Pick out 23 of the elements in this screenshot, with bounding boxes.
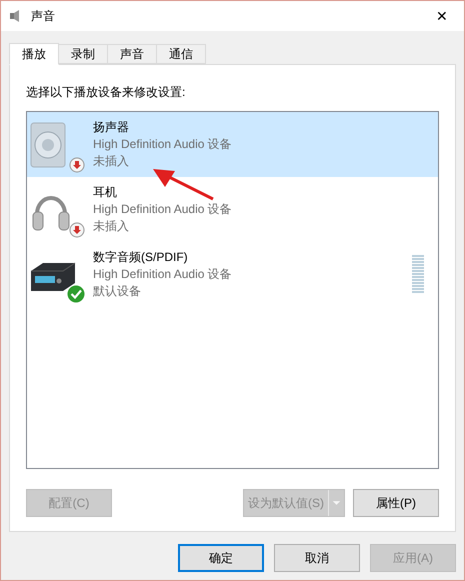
device-driver: High Definition Audio 设备	[93, 136, 232, 153]
tab[interactable]: 声音	[107, 44, 157, 64]
device-name: 耳机	[93, 184, 118, 201]
device-status: 未插入	[93, 218, 130, 235]
device-item[interactable]: 扬声器 High Definition Audio 设备 未插入	[27, 112, 438, 177]
tab[interactable]: 通信	[156, 44, 206, 64]
device-driver: High Definition Audio 设备	[93, 201, 232, 218]
tab[interactable]: 录制	[58, 44, 108, 64]
dialog-button[interactable]: 取消	[274, 544, 360, 572]
device-item[interactable]: 耳机 High Definition Audio 设备 未插入	[27, 177, 438, 242]
tab[interactable]: 播放	[9, 43, 59, 65]
level-meter-icon	[412, 254, 424, 294]
properties-button[interactable]: 属性(P)	[353, 489, 439, 517]
device-status: 默认设备	[93, 283, 142, 300]
window-title: 声音	[31, 8, 55, 25]
device-driver: High Definition Audio 设备	[93, 266, 232, 283]
device-name: 数字音频(S/PDIF)	[93, 249, 189, 266]
dialog-button[interactable]: 确定	[178, 544, 264, 572]
device-status: 未插入	[93, 153, 130, 170]
close-button[interactable]: ✕	[420, 1, 464, 31]
device-name: 扬声器	[93, 119, 130, 136]
instruction-text: 选择以下播放设备来修改设置:	[26, 84, 186, 101]
device-item[interactable]: 数字音频(S/PDIF) High Definition Audio 设备 默认设备	[27, 242, 438, 307]
